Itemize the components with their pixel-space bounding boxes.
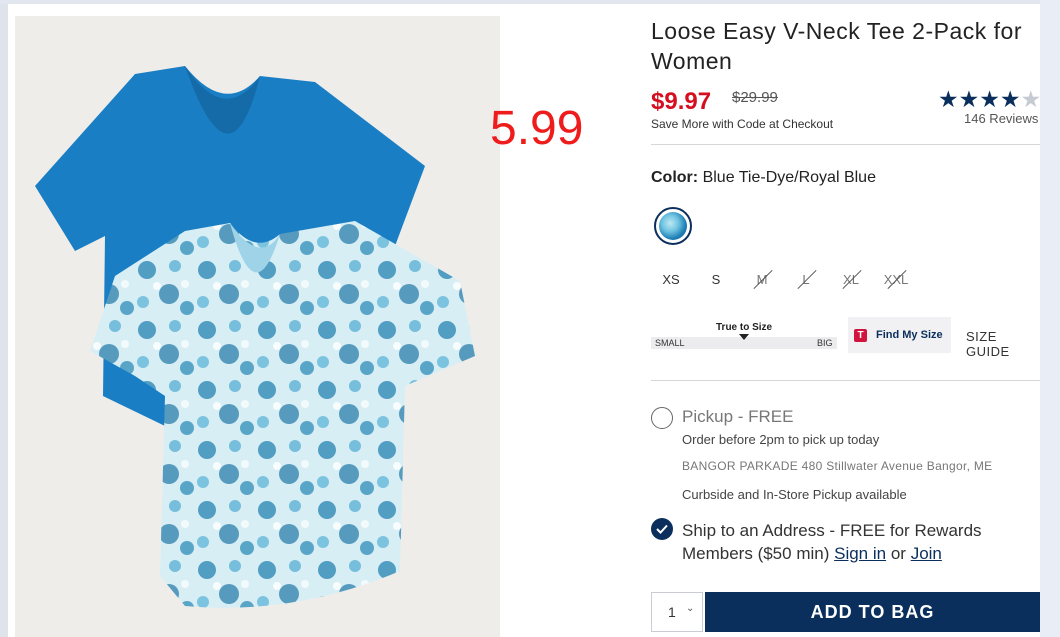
quantity-value: 1 bbox=[668, 604, 676, 620]
color-value: Blue Tie-Dye/Royal Blue bbox=[702, 169, 876, 186]
divider bbox=[651, 380, 1040, 381]
product-details: Loose Easy V-Neck Tee 2-Pack for Women $… bbox=[651, 0, 1041, 637]
fit-label: True to Size bbox=[716, 322, 773, 333]
find-my-size-label: Find My Size bbox=[876, 329, 943, 341]
fit-big-label: BIG bbox=[817, 338, 833, 348]
or-text: or bbox=[890, 544, 906, 563]
store-address: BANGOR PARKADE 480 Stillwater Avenue Ban… bbox=[682, 459, 993, 473]
true-fit-logo-icon: T bbox=[854, 329, 867, 342]
curbside-text: Curbside and In-Store Pickup available bbox=[682, 487, 907, 502]
rating-stars[interactable]: ★★★★★ bbox=[938, 86, 1041, 113]
quantity-select[interactable]: 1 ⌄ bbox=[651, 592, 703, 632]
product-page: 5.99 Loose Easy V-Neck Tee 2-Pack for Wo… bbox=[0, 0, 1041, 637]
window-top-edge bbox=[0, 0, 1060, 4]
color-label: Color: bbox=[651, 169, 699, 186]
pickup-label[interactable]: Pickup - FREE bbox=[682, 407, 793, 427]
half-star-icon: ★ bbox=[1020, 86, 1042, 112]
fit-indicator-icon bbox=[739, 334, 749, 340]
product-title: Loose Easy V-Neck Tee 2-Pack for Women bbox=[651, 18, 1022, 74]
pickup-cutoff-text: Order before 2pm to pick up today bbox=[682, 432, 880, 447]
fit-small-label: SMALL bbox=[655, 338, 685, 348]
swatch-fill bbox=[659, 212, 687, 240]
color-label-row: Color: Blue Tie-Dye/Royal Blue bbox=[651, 169, 876, 187]
reviews-count[interactable]: 146 Reviews bbox=[964, 111, 1038, 126]
star-icon: ★★★★ bbox=[938, 86, 1021, 112]
chevron-down-icon: ⌄ bbox=[686, 603, 695, 614]
sign-in-link[interactable]: Sign in bbox=[834, 544, 886, 563]
original-price: $29.99 bbox=[732, 89, 778, 106]
find-my-size-button[interactable]: T Find My Size bbox=[848, 317, 951, 353]
size-guide-link[interactable]: SIZE GUIDE bbox=[966, 329, 1040, 359]
size-l[interactable]: L bbox=[788, 265, 824, 295]
window-left-edge bbox=[0, 0, 8, 637]
promo-text: Save More with Code at Checkout bbox=[651, 117, 834, 131]
divider bbox=[651, 144, 1040, 145]
product-image[interactable] bbox=[15, 16, 500, 637]
sale-price: $9.97 bbox=[651, 88, 712, 115]
ship-radio[interactable] bbox=[651, 518, 673, 540]
color-swatch-blue-tie-dye[interactable] bbox=[654, 207, 692, 245]
pickup-radio[interactable] bbox=[651, 407, 673, 429]
scrollbar-track[interactable] bbox=[1040, 0, 1060, 637]
size-xl[interactable]: XL bbox=[833, 265, 869, 295]
size-s[interactable]: S bbox=[698, 265, 734, 295]
size-xs[interactable]: XS bbox=[653, 265, 689, 295]
fit-scale: True to Size SMALL BIG bbox=[651, 318, 837, 352]
size-xxl[interactable]: XXL bbox=[878, 265, 914, 295]
add-to-bag-button[interactable]: ADD TO BAG bbox=[705, 592, 1040, 632]
size-m[interactable]: M bbox=[744, 265, 780, 295]
tshirt-image bbox=[35, 66, 475, 608]
price-annotation: 5.99 bbox=[490, 102, 584, 155]
size-selector: XS S M L XL XXL bbox=[651, 265, 951, 295]
join-link[interactable]: Join bbox=[911, 544, 942, 563]
ship-to-address-label[interactable]: Ship to an Address - FREE for Rewards Me… bbox=[682, 519, 1022, 565]
check-icon bbox=[656, 524, 668, 534]
